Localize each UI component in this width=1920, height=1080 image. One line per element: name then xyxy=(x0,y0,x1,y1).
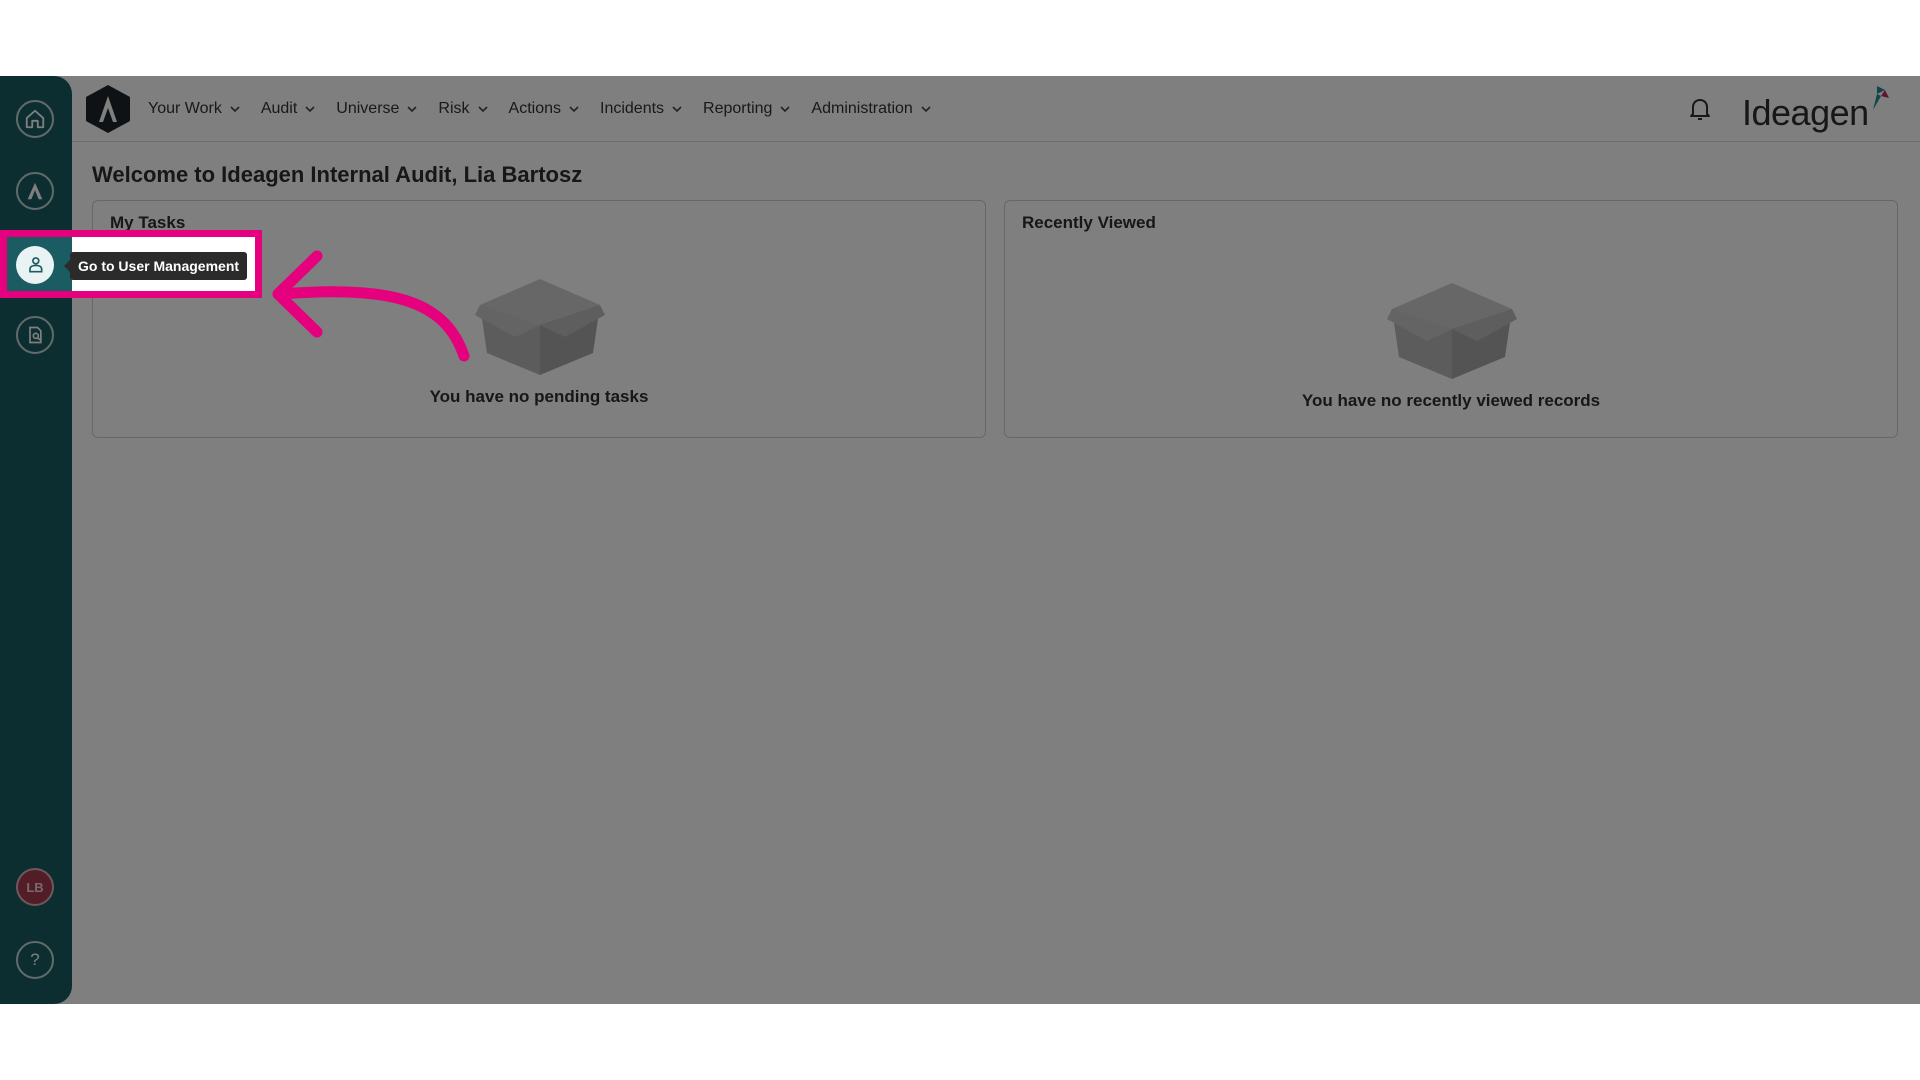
brand-name: Ideagen xyxy=(1742,92,1869,133)
recently-viewed-title: Recently Viewed xyxy=(1022,213,1156,232)
sidebar-documents-button[interactable] xyxy=(16,316,54,354)
chevron-down-icon xyxy=(672,106,682,113)
home-icon xyxy=(25,109,45,129)
highlight-user-management-button[interactable] xyxy=(16,246,54,284)
chevron-down-icon xyxy=(780,106,790,113)
my-tasks-empty-text: You have no pending tasks xyxy=(429,387,649,406)
brand-logo: Ideagen xyxy=(1742,86,1889,136)
nav-audit[interactable]: Audit xyxy=(261,100,315,118)
highlight-box: Go to User Management xyxy=(0,230,262,298)
nav-reporting[interactable]: Reporting xyxy=(703,100,790,118)
nav-administration[interactable]: Administration xyxy=(811,100,931,118)
recently-viewed-empty-text: You have no recently viewed records xyxy=(1301,391,1601,410)
nav-label: Risk xyxy=(438,100,470,117)
nav-label: Incidents xyxy=(600,100,665,117)
tooltip: Go to User Management xyxy=(63,252,248,280)
nav-label: Universe xyxy=(336,100,400,117)
nav-universe[interactable]: Universe xyxy=(336,100,417,118)
chevron-down-icon xyxy=(407,106,417,113)
nav-label: Actions xyxy=(508,100,561,117)
chevron-down-icon xyxy=(921,106,931,113)
nav-label: Reporting xyxy=(703,100,773,117)
page-title: Welcome to Ideagen Internal Audit, Lia B… xyxy=(92,162,583,187)
sidebar-audit-button[interactable] xyxy=(16,172,54,210)
nav-label: Your Work xyxy=(148,100,222,117)
nav-label: Audit xyxy=(260,100,298,117)
chevron-down-icon xyxy=(569,106,579,113)
recently-viewed-card: Recently Viewed You have no recently vie… xyxy=(1004,200,1898,438)
sidebar: LB ? xyxy=(0,76,72,1004)
bell-icon[interactable] xyxy=(1688,96,1712,122)
nav-label: Administration xyxy=(811,100,913,117)
nav-incidents[interactable]: Incidents xyxy=(600,100,682,118)
help-button[interactable]: ? xyxy=(16,941,54,979)
chevron-down-icon xyxy=(477,106,488,113)
audit-logo-icon xyxy=(27,182,43,200)
user-avatar[interactable]: LB xyxy=(16,868,54,906)
app-window: LB ? Your Work Audit Universe Risk Actio… xyxy=(0,76,1920,1004)
nav-your-work[interactable]: Your Work xyxy=(148,100,240,118)
sidebar-home-button[interactable] xyxy=(16,100,54,138)
nav-actions[interactable]: Actions xyxy=(509,100,579,118)
document-search-icon xyxy=(29,326,42,344)
chevron-down-icon xyxy=(230,106,240,113)
top-bar: Your Work Audit Universe Risk Actions In… xyxy=(72,76,1920,142)
main-nav: Your Work Audit Universe Risk Actions In… xyxy=(148,76,952,142)
empty-box-icon xyxy=(475,279,605,375)
app-logo-icon[interactable] xyxy=(84,84,132,134)
brand-mark-icon xyxy=(1872,86,1889,110)
nav-risk[interactable]: Risk xyxy=(438,100,488,118)
chevron-down-icon xyxy=(305,106,315,113)
user-management-icon xyxy=(29,257,43,273)
empty-box-icon xyxy=(1387,283,1517,379)
